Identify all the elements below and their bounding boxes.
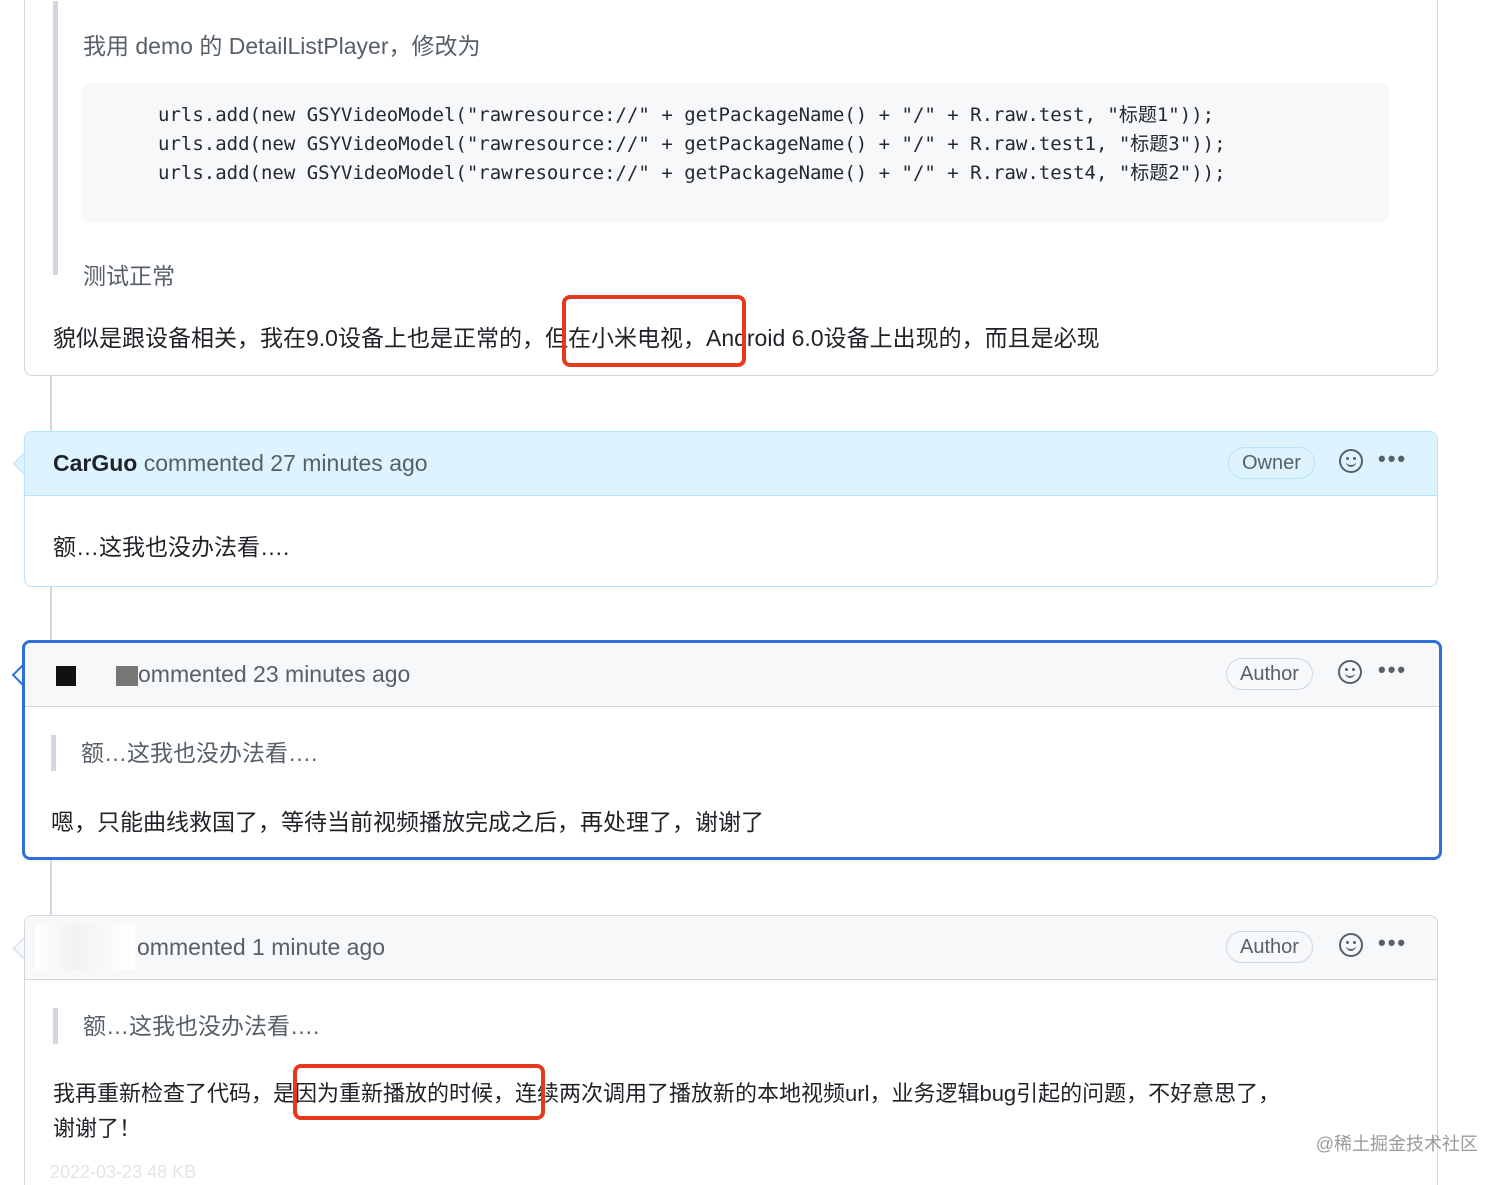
watermark: @稀土掘金技术社区	[1315, 1134, 1478, 1154]
comment-timestamp[interactable]: commented 27 minutes ago	[144, 450, 428, 476]
author-badge: Author	[1226, 931, 1313, 963]
highlight-box	[293, 1064, 545, 1120]
author-link[interactable]: CarGuo	[53, 450, 137, 476]
kebab-menu-icon[interactable]: •••	[1378, 446, 1407, 472]
comment-body-line: 我再重新检查了代码，是因为重新播放的时候，连续两次调用了播放新的本地视频url，…	[53, 1081, 1281, 1106]
code-line: urls.add(new GSYVideoModel("rawresource:…	[158, 133, 1226, 155]
avatar[interactable]	[56, 666, 76, 686]
quote-intro-text: 我用 demo 的 DetailListPlayer，修改为	[83, 33, 481, 59]
code-line: urls.add(new GSYVideoModel("rawresource:…	[158, 162, 1226, 184]
comment-body: 我再重新检查了代码，是因为重新播放的时候，连续两次调用了播放新的本地视频url，…	[53, 1076, 1280, 1146]
timeline-line	[50, 586, 52, 641]
redacted-username	[116, 666, 138, 686]
comment-timestamp[interactable]: ommented 1 minute ago	[137, 934, 385, 961]
comment-header: ommented 23 minutes ago Author •••	[25, 643, 1439, 707]
comment-meta: CarGuo commented 27 minutes ago	[53, 450, 428, 477]
highlight-box	[562, 295, 746, 367]
comment-header: ommented 1 minute ago Author •••	[25, 916, 1437, 980]
comment-body: 额…这我也没办法看….	[53, 534, 290, 560]
blockquote: 额…这我也没办法看….	[51, 735, 317, 771]
quote-text: 额…这我也没办法看….	[81, 740, 318, 766]
blockquote: 额…这我也没办法看….	[53, 1008, 319, 1044]
kebab-menu-icon[interactable]: •••	[1378, 930, 1407, 956]
comment-card: ommented 1 minute ago Author ••• 额…这我也没办…	[24, 915, 1438, 1185]
comment-body-line: 谢谢了！	[53, 1116, 142, 1141]
quote-text: 额…这我也没办法看….	[83, 1013, 320, 1039]
kebab-menu-icon[interactable]: •••	[1378, 657, 1407, 683]
comment-timestamp[interactable]: ommented 23 minutes ago	[138, 661, 410, 688]
author-badge: Author	[1226, 658, 1313, 690]
smiley-icon[interactable]	[1339, 933, 1363, 957]
comment-card: 我用 demo 的 DetailListPlayer，修改为 urls.add(…	[24, 0, 1438, 376]
timeline-line	[50, 860, 52, 916]
owner-badge: Owner	[1228, 447, 1315, 479]
code-block: urls.add(new GSYVideoModel("rawresource:…	[81, 83, 1389, 223]
avatar[interactable]	[35, 924, 135, 970]
comment-card: ommented 23 minutes ago Author ••• 额…这我也…	[22, 640, 1442, 860]
comment-card: CarGuo commented 27 minutes ago Owner ••…	[24, 431, 1438, 587]
smiley-icon[interactable]	[1338, 660, 1362, 684]
comment-body: 嗯，只能曲线救国了，等待当前视频播放完成之后，再处理了，谢谢了	[51, 809, 764, 835]
quote-result-text: 测试正常	[83, 263, 175, 289]
code-line: urls.add(new GSYVideoModel("rawresource:…	[158, 104, 1215, 126]
timeline-line	[50, 376, 52, 431]
smiley-icon[interactable]	[1339, 449, 1363, 473]
comment-header: CarGuo commented 27 minutes ago Owner ••…	[25, 432, 1437, 496]
faded-footer-text: 2022-03-23 48 KB	[50, 1162, 197, 1182]
